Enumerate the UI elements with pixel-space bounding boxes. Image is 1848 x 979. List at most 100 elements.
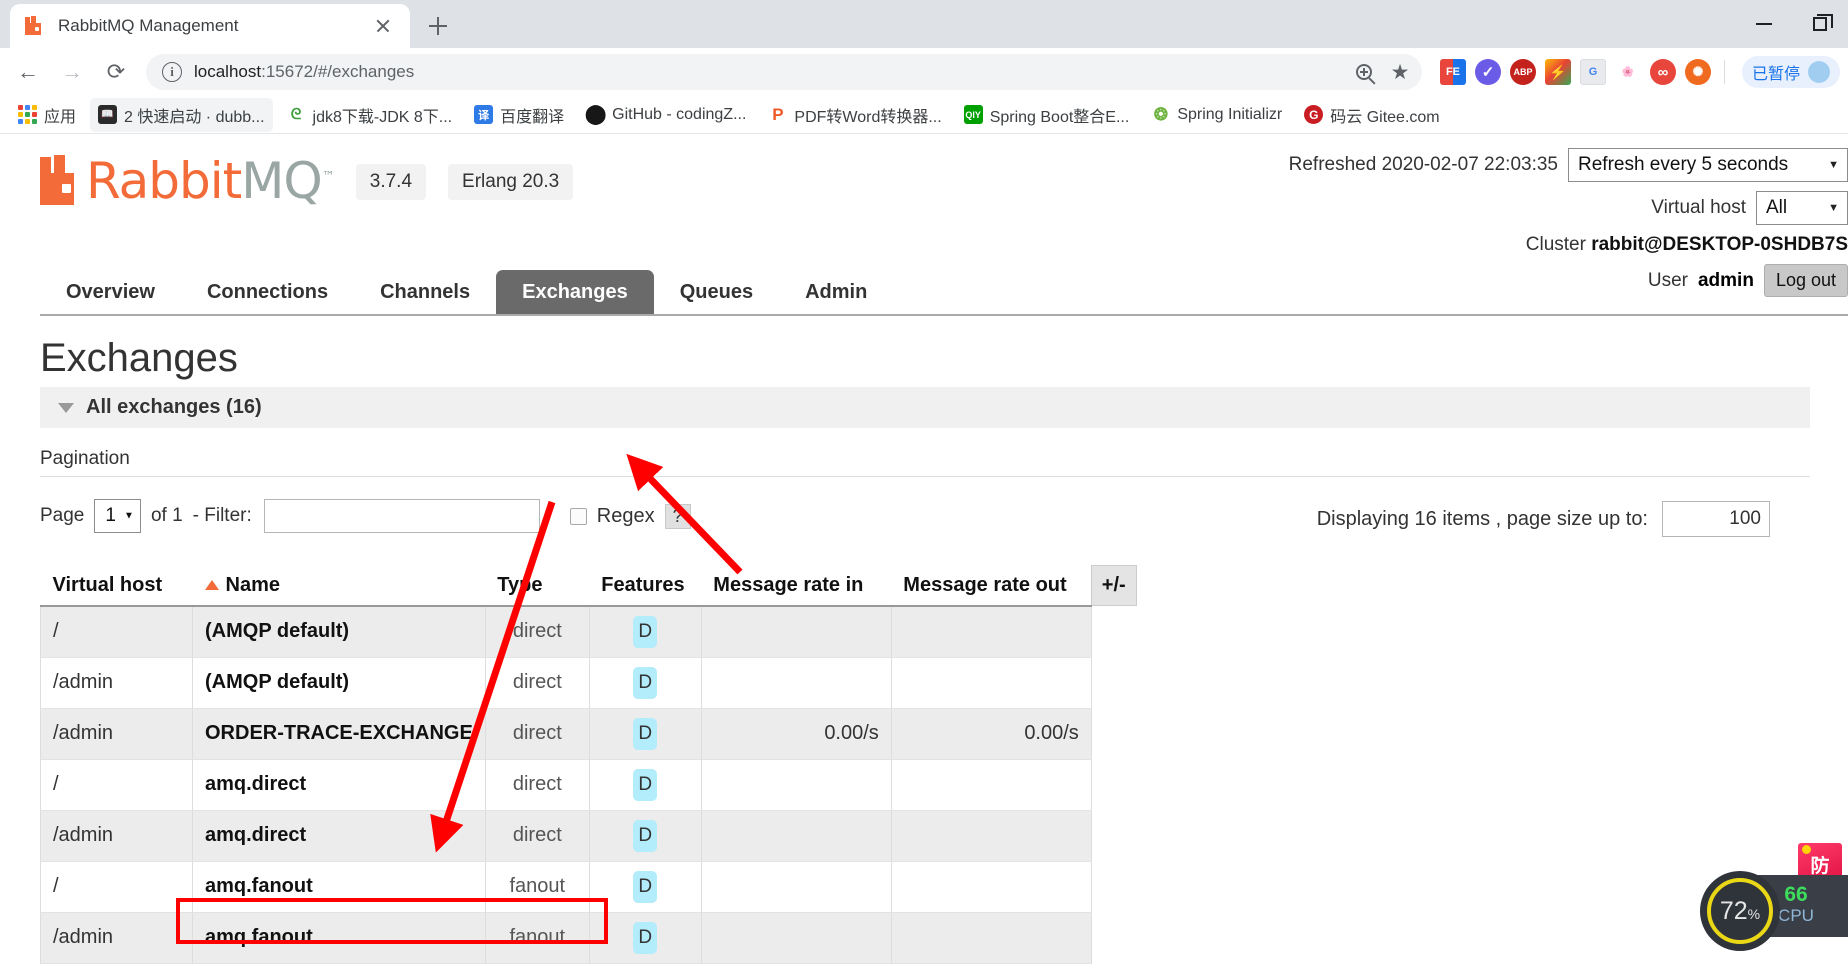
vhost-row: Virtual host All xyxy=(968,191,1848,225)
tab-connections[interactable]: Connections xyxy=(181,270,354,314)
page-size-input[interactable] xyxy=(1662,501,1770,537)
bookmark-gitee[interactable]: G 码云 Gitee.com xyxy=(1296,98,1447,132)
refresh-row: Refreshed 2020-02-07 22:03:35 Refresh ev… xyxy=(968,148,1848,182)
rabbitmq-logo-icon xyxy=(40,155,82,205)
cluster-row: Cluster rabbit@DESKTOP-0SHDB7S xyxy=(968,234,1848,256)
tab-overview[interactable]: Overview xyxy=(40,270,181,314)
cell-rate-out xyxy=(890,861,1092,913)
minimize-icon[interactable] xyxy=(1736,0,1792,48)
cell-name[interactable]: (AMQP default) xyxy=(192,605,486,658)
bookmark-label: Spring Initializr xyxy=(1177,105,1283,123)
zoom-in-icon[interactable] xyxy=(1348,56,1380,88)
bookmark-pdf-converter[interactable]: P PDF转Word转换器... xyxy=(760,98,949,132)
address-bar[interactable]: i localhost:15672/#/exchanges ★ xyxy=(146,54,1422,90)
col-name[interactable]: Name xyxy=(192,565,486,607)
cell-rate-out xyxy=(890,810,1092,862)
tab-channels[interactable]: Channels xyxy=(354,270,496,314)
bookmark-label: Spring Boot整合E... xyxy=(989,108,1130,126)
reload-icon[interactable]: ⟳ xyxy=(96,52,136,92)
system-monitor-widget[interactable]: 防 66 CPU 72% xyxy=(1700,839,1848,979)
close-icon[interactable] xyxy=(370,13,396,39)
rabbitmq-icon xyxy=(24,16,44,36)
tab-exchanges[interactable]: Exchanges xyxy=(496,270,654,314)
col-message-rate-out[interactable]: Message rate out xyxy=(891,565,1092,607)
infinity-newtab-icon[interactable]: ∞ xyxy=(1649,59,1676,85)
cell-name[interactable]: (AMQP default) xyxy=(192,657,486,709)
table-row[interactable]: / (AMQP default) direct D xyxy=(40,605,1137,658)
maximize-icon[interactable] xyxy=(1792,0,1848,48)
browser-tab[interactable]: RabbitMQ Management xyxy=(10,4,410,48)
pagination-controls: Page 1 of 1 - Filter: Regex ? Displaying… xyxy=(40,499,1810,537)
cell-name[interactable]: ORDER-TRACE-EXCHANGE xyxy=(192,708,486,760)
filter-label: - Filter: xyxy=(192,505,252,526)
cpu-value: 66 xyxy=(1784,883,1808,907)
extensions-bar: FE ✓ ABP ⚡ G 🌸 ∞ ✺ 已暂停 xyxy=(1432,56,1840,88)
spring-icon: ❂ xyxy=(1151,105,1171,124)
cluster-label: Cluster xyxy=(1525,234,1586,255)
google-translate-icon[interactable]: G xyxy=(1579,59,1606,85)
fe-helper-icon[interactable]: FE xyxy=(1439,59,1466,85)
tab-queues[interactable]: Queues xyxy=(654,270,779,314)
regex-toggle[interactable]: Regex ? xyxy=(569,503,691,529)
qiyi-icon: QIY xyxy=(963,105,983,124)
bookmark-spring-initializr[interactable]: ❂ Spring Initializr xyxy=(1143,100,1290,129)
vhost-select[interactable]: All xyxy=(1756,191,1848,225)
bookmark-star-icon[interactable]: ★ xyxy=(1384,56,1416,88)
back-icon[interactable]: ← xyxy=(8,52,48,92)
col-features[interactable]: Features xyxy=(589,565,702,607)
col-virtual-host[interactable]: Virtual host xyxy=(40,565,193,607)
page-number-select[interactable]: 1 xyxy=(94,499,141,533)
regex-checkbox[interactable] xyxy=(569,507,587,525)
rabbitmq-logo[interactable]: RabbitMQ™ xyxy=(40,155,335,206)
table-row[interactable]: /admin amq.direct direct D xyxy=(40,810,1137,862)
col-message-rate-in[interactable]: Message rate in xyxy=(701,565,892,607)
help-icon[interactable]: ? xyxy=(664,503,691,529)
durable-badge: D xyxy=(633,768,658,801)
tab-admin[interactable]: Admin xyxy=(779,270,893,314)
filter-input[interactable] xyxy=(263,499,540,533)
bookmark-label: 码云 Gitee.com xyxy=(1330,108,1440,126)
refresh-interval-select[interactable]: Refresh every 5 seconds xyxy=(1568,148,1848,182)
column-toggle-button[interactable]: +/- xyxy=(1090,565,1137,606)
new-tab-button[interactable] xyxy=(420,8,456,44)
display-count-area: Displaying 16 items , page size up to: xyxy=(1317,501,1770,537)
table-row[interactable]: /admin (AMQP default) direct D xyxy=(40,657,1137,709)
check-extension-icon[interactable]: ✓ xyxy=(1474,59,1501,85)
percent-symbol: % xyxy=(1747,905,1761,922)
table-row[interactable]: /admin ORDER-TRACE-EXCHANGE direct D 0.0… xyxy=(40,708,1137,760)
bookmark-label: 应用 xyxy=(44,108,77,126)
bookmark-label: 百度翻译 xyxy=(500,108,565,126)
cell-name[interactable]: amq.direct xyxy=(192,810,486,862)
lifebuoy-extension-icon[interactable]: ✺ xyxy=(1684,59,1711,85)
cell-vhost: / xyxy=(40,861,193,913)
paused-status[interactable]: 已暂停 xyxy=(1741,56,1840,88)
main-nav-tabs: Overview Connections Channels Exchanges … xyxy=(40,266,1848,314)
bookmark-jdk8[interactable]: ᘓ jdk8下载-JDK 8下... xyxy=(279,98,461,132)
photos-extension-icon[interactable]: 🌸 xyxy=(1615,59,1641,85)
cell-rate-out xyxy=(890,657,1092,709)
monitor-percent: 72% xyxy=(1720,897,1760,926)
pagination-label: Pagination xyxy=(40,448,130,469)
chevron-down-icon[interactable] xyxy=(58,402,74,413)
bookmark-apps[interactable]: 应用 xyxy=(10,98,84,132)
all-exchanges-section-header[interactable]: All exchanges (16) xyxy=(40,387,1810,428)
bookmark-baidu-translate[interactable]: 译 百度翻译 xyxy=(466,98,572,132)
bookmark-github[interactable]: ⬤ GitHub - codingZ... xyxy=(578,100,754,129)
forward-icon[interactable]: → xyxy=(52,52,92,92)
cell-rate-out xyxy=(890,759,1092,811)
cell-type: direct xyxy=(484,657,590,709)
col-type[interactable]: Type xyxy=(485,565,590,607)
adblock-plus-icon[interactable]: ABP xyxy=(1509,59,1536,85)
browser-window: RabbitMQ Management ← → ⟳ i localhost:15… xyxy=(0,0,1848,979)
bookmark-dubbo[interactable]: 📖 2 快速启动 · dubb... xyxy=(90,97,273,132)
logo-tm: ™ xyxy=(321,169,335,185)
flash-extension-icon[interactable]: ⚡ xyxy=(1544,59,1571,85)
bookmark-spring-boot[interactable]: QIY Spring Boot整合E... xyxy=(956,98,1138,132)
durable-badge: D xyxy=(633,666,658,699)
cell-rate-in xyxy=(700,657,892,709)
rabbitmq-header: RabbitMQ™ 3.7.4 Erlang 20.3 Refreshed 20… xyxy=(0,134,1848,297)
cell-name[interactable]: amq.direct xyxy=(192,759,486,811)
monitor-gauge[interactable]: 72% xyxy=(1700,871,1780,951)
table-row[interactable]: / amq.direct direct D xyxy=(40,759,1137,811)
site-info-icon[interactable]: i xyxy=(162,62,182,82)
